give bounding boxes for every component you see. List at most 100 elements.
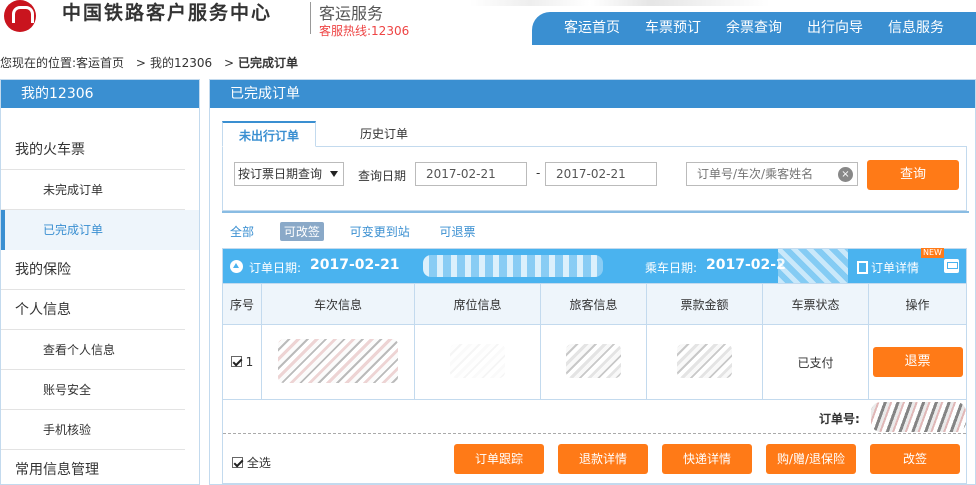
- train-info-cell: [261, 324, 415, 400]
- order-date-value: 2017-02-21: [310, 257, 400, 273]
- redacted-seat-info: [450, 343, 505, 378]
- chevron-down-icon: [330, 171, 338, 177]
- order-track-button[interactable]: 订单跟踪: [454, 444, 544, 474]
- refund-button[interactable]: 退票: [872, 347, 963, 377]
- document-icon: [857, 261, 868, 274]
- refund-detail-button[interactable]: 退款详情: [558, 444, 648, 474]
- passenger-info-cell: [540, 324, 647, 400]
- sidebar-item-unfinished-orders[interactable]: 未完成订单: [1, 170, 185, 210]
- row-checkbox[interactable]: [230, 356, 242, 367]
- date-separator: -: [536, 166, 541, 180]
- row-index: 1: [245, 355, 254, 369]
- sidebar-item-common-info[interactable]: 常用信息管理: [1, 450, 185, 485]
- redacted-ride-info: [778, 249, 848, 283]
- tab-upcoming-orders[interactable]: 未出行订单: [222, 121, 317, 147]
- order-detail-label: 订单详情: [871, 261, 920, 275]
- order-filters: 全部 可改签 可变更到站 可退票: [226, 222, 498, 241]
- breadcrumb-home[interactable]: 客运首页: [76, 56, 124, 70]
- col-seat-info: 席位信息: [414, 283, 541, 325]
- insurance-button[interactable]: 购/赠/退保险: [766, 444, 856, 474]
- select-all-label: 全选: [246, 456, 271, 470]
- date-to-input[interactable]: [545, 162, 657, 186]
- keyword-search-input[interactable]: [686, 162, 858, 186]
- nav-travel-guide[interactable]: 出行向导: [807, 12, 863, 45]
- col-passenger-info: 旅客信息: [540, 283, 647, 325]
- ticket-table: 序号 车次信息 席位信息 旅客信息 票款金额 车票状态 操作 1 已支付 退票: [222, 283, 967, 400]
- order-date-label: 订单日期:: [249, 261, 302, 275]
- seat-info-cell: [414, 324, 541, 400]
- redacted-top-links: [470, 0, 770, 6]
- filter-refundable[interactable]: 可退票: [436, 222, 480, 241]
- ride-date-label: 乘车日期:: [645, 261, 698, 275]
- date-label: 查询日期: [358, 169, 407, 183]
- site-header: 中国铁路客户服务中心 客运服务 客服热线:12306 客运首页 车票预订 余票查…: [0, 0, 976, 45]
- redacted-fare: [677, 343, 732, 378]
- query-button[interactable]: 查询: [867, 160, 959, 190]
- sidebar-item-view-personal-info[interactable]: 查看个人信息: [1, 330, 185, 370]
- search-form: 按订票日期查询 查询日期 - × 查询: [222, 147, 967, 211]
- action-cell: 退票: [868, 324, 967, 400]
- change-ticket-button[interactable]: 改签: [870, 444, 960, 474]
- clear-icon[interactable]: ×: [838, 167, 853, 182]
- col-train-info: 车次信息: [261, 283, 415, 325]
- select-all[interactable]: 全选: [232, 454, 271, 471]
- sidebar-item-phone-verify[interactable]: 手机核验: [1, 410, 185, 450]
- sidebar-item-personal-info[interactable]: 个人信息: [1, 290, 185, 330]
- filter-changeable[interactable]: 可改签: [279, 222, 324, 241]
- redacted-train-info: [278, 338, 398, 383]
- nav-info-service[interactable]: 信息服务: [888, 12, 944, 45]
- logo-divider: [310, 2, 311, 34]
- col-action: 操作: [868, 283, 967, 325]
- section-divider: [222, 211, 969, 213]
- order-card: 订单日期: 2017-02-21 乘车日期: 2017-02-2 订单详情 NE…: [222, 248, 967, 484]
- collapse-icon[interactable]: [230, 260, 243, 273]
- order-header: 订单日期: 2017-02-21 乘车日期: 2017-02-2 订单详情 NE…: [223, 248, 966, 283]
- order-number-label: 订单号:: [819, 412, 860, 426]
- breadcrumb-sep: >: [223, 56, 235, 70]
- order-detail-link[interactable]: 订单详情: [857, 259, 919, 276]
- hotline: 客服热线:12306: [319, 24, 410, 38]
- redacted-passenger-info: [566, 343, 621, 378]
- breadcrumb-sep: >: [135, 56, 146, 70]
- ticket-status: 已支付: [762, 324, 869, 400]
- express-detail-button[interactable]: 快递详情: [662, 444, 752, 474]
- filter-change-destination[interactable]: 可变更到站: [346, 222, 414, 241]
- breadcrumb-my12306[interactable]: 我的12306: [150, 56, 212, 70]
- col-ticket-status: 车票状态: [762, 283, 869, 325]
- ride-date-value: 2017-02-2: [706, 257, 786, 273]
- redacted-order-number: [871, 402, 966, 432]
- new-badge: NEW: [921, 248, 944, 258]
- fare-cell: [646, 324, 763, 400]
- breadcrumb-current: 已完成订单: [238, 56, 299, 70]
- redacted-order-info: [423, 255, 603, 277]
- nav-booking[interactable]: 车票预订: [645, 12, 701, 45]
- sidebar-item-account-security[interactable]: 账号安全: [1, 370, 185, 410]
- query-mode-select[interactable]: 按订票日期查询: [234, 162, 344, 186]
- sidebar-item-my-tickets[interactable]: 我的火车票: [1, 130, 185, 170]
- main-nav: 客运首页 车票预订 余票查询 出行向导 信息服务: [532, 12, 976, 45]
- site-title: 中国铁路客户服务中心: [62, 2, 273, 24]
- nav-home[interactable]: 客运首页: [564, 12, 620, 45]
- select-all-checkbox[interactable]: [232, 457, 243, 468]
- query-mode-value: 按订票日期查询: [238, 167, 323, 181]
- filter-all[interactable]: 全部: [226, 222, 258, 241]
- breadcrumb-prefix: 您现在的位置:: [0, 56, 77, 70]
- sidebar-item-my-insurance[interactable]: 我的保险: [1, 250, 185, 290]
- tab-history-orders[interactable]: 历史订单: [344, 121, 424, 147]
- sidebar-item-completed-orders[interactable]: 已完成订单: [1, 210, 199, 250]
- main-panel: 已完成订单 未出行订单 历史订单 按订票日期查询 查询日期 - × 查询 全部 …: [209, 79, 976, 485]
- sidebar: 我的12306 我的火车票 未完成订单 已完成订单 我的保险 个人信息 查看个人…: [0, 79, 200, 485]
- site-subtitle: 客运服务: [319, 4, 384, 23]
- row-index-cell: 1: [222, 324, 262, 400]
- table-header-row: 序号 车次信息 席位信息 旅客信息 票款金额 车票状态 操作: [222, 283, 967, 325]
- print-icon[interactable]: [944, 259, 959, 273]
- nav-remaining-tickets[interactable]: 余票查询: [726, 12, 782, 45]
- order-number-row: 订单号:: [223, 400, 966, 434]
- sidebar-title: 我的12306: [1, 80, 199, 108]
- main-title: 已完成订单: [210, 80, 975, 108]
- breadcrumb: 您现在的位置:客运首页 > 我的12306 > 已完成订单: [0, 54, 298, 71]
- table-row: 1 已支付 退票: [222, 324, 967, 400]
- date-from-input[interactable]: [415, 162, 527, 186]
- col-index: 序号: [222, 283, 262, 325]
- railway-logo-icon[interactable]: [4, 0, 36, 32]
